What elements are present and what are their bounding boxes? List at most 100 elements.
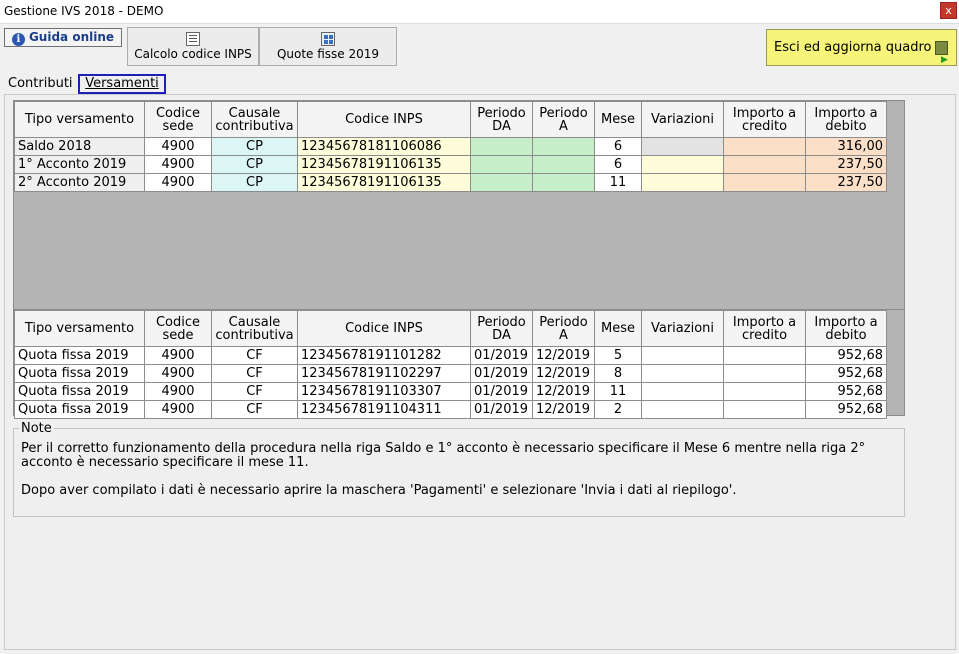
cell-periodo-da[interactable] [470,155,533,174]
col-codice-sede: Codice sede [144,101,212,138]
cell-periodo-da[interactable]: 01/2019 [470,364,533,383]
cell-mese[interactable]: 6 [594,137,642,156]
table-row: 1° Acconto 2019 4900 CP 1234567819110613… [14,155,887,174]
cell-debito[interactable]: 237,50 [805,155,887,174]
cell-causale[interactable]: CP [211,137,298,156]
info-icon: i [11,33,25,46]
col-periodo-a: Periodo A [532,310,595,347]
note-box: Note Per il corretto funzionamento della… [13,421,905,517]
cell-sede[interactable]: 4900 [144,155,212,174]
cell-mese[interactable]: 5 [594,346,642,365]
cell-causale[interactable]: CF [211,346,298,365]
cell-causale[interactable]: CF [211,364,298,383]
cell-variazioni[interactable] [641,400,724,419]
cell-periodo-da[interactable] [470,137,533,156]
cell-variazioni[interactable] [641,155,724,174]
table-row: Quota fissa 2019 4900 CF 123456781911012… [14,346,887,365]
col-mese: Mese [594,310,642,347]
cell-tipo[interactable]: 1° Acconto 2019 [14,155,145,174]
cell-causale[interactable]: CF [211,400,298,419]
cell-variazioni[interactable] [641,382,724,401]
cell-periodo-a[interactable] [532,173,595,192]
cell-codice-inps[interactable]: 12345678191101282 [297,346,471,365]
cell-credito[interactable] [723,364,806,383]
col-variazioni: Variazioni [641,310,724,347]
cell-variazioni[interactable] [641,173,724,192]
col-importo-credito: Importo a credito [723,310,806,347]
cell-sede[interactable]: 4900 [144,346,212,365]
cell-variazioni[interactable] [641,364,724,383]
cell-periodo-a[interactable]: 12/2019 [532,400,595,419]
cell-debito[interactable]: 237,50 [805,173,887,192]
col-codice-inps: Codice INPS [297,310,471,347]
cell-periodo-a[interactable]: 12/2019 [532,364,595,383]
col-importo-debito: Importo a debito [805,101,887,138]
calcolo-label: Calcolo codice INPS [134,47,252,61]
table-row: 2° Acconto 2019 4900 CP 1234567819110613… [14,173,887,192]
col-importo-debito: Importo a debito [805,310,887,347]
cell-causale[interactable]: CF [211,382,298,401]
cell-credito[interactable] [723,382,806,401]
cell-sede[interactable]: 4900 [144,382,212,401]
note-legend: Note [19,421,54,436]
cell-credito[interactable] [723,137,806,156]
cell-periodo-a[interactable] [532,137,595,156]
col-variazioni: Variazioni [641,101,724,138]
cell-credito[interactable] [723,155,806,174]
cell-credito[interactable] [723,173,806,192]
cell-periodo-a[interactable]: 12/2019 [532,346,595,365]
cell-periodo-da[interactable]: 01/2019 [470,382,533,401]
grid-icon [321,32,335,46]
cell-periodo-da[interactable]: 01/2019 [470,400,533,419]
cell-mese[interactable]: 6 [594,155,642,174]
cell-mese[interactable]: 11 [594,173,642,192]
close-button[interactable]: x [940,2,957,19]
quote-fisse-grid: Tipo versamento Codice sede Causale cont… [13,309,905,419]
guida-online-button[interactable]: i Guida online [4,28,122,47]
cell-debito[interactable]: 952,68 [805,346,887,365]
cell-codice-inps[interactable]: 12345678191106135 [297,155,471,174]
col-periodo-a: Periodo A [532,101,595,138]
cell-variazioni[interactable] [641,346,724,365]
cell-periodo-da[interactable] [470,173,533,192]
cell-codice-inps[interactable]: 12345678191104311 [297,400,471,419]
cell-tipo[interactable]: Saldo 2018 [14,137,145,156]
cell-codice-inps[interactable]: 12345678181106086 [297,137,471,156]
cell-debito[interactable]: 952,68 [805,364,887,383]
cell-tipo[interactable]: Quota fissa 2019 [14,400,145,419]
cell-mese[interactable]: 2 [594,400,642,419]
cell-sede[interactable]: 4900 [144,173,212,192]
cell-debito[interactable]: 316,00 [805,137,887,156]
cell-sede[interactable]: 4900 [144,137,212,156]
cell-tipo[interactable]: Quota fissa 2019 [14,364,145,383]
quote-fisse-button[interactable]: Quote fisse 2019 [259,27,397,66]
cell-causale[interactable]: CP [211,173,298,192]
cell-debito[interactable]: 952,68 [805,400,887,419]
cell-tipo[interactable]: Quota fissa 2019 [14,346,145,365]
cell-mese[interactable]: 11 [594,382,642,401]
cell-codice-inps[interactable]: 12345678191106135 [297,173,471,192]
col-causale: Causale contributiva [211,310,298,347]
contributi-grid: Tipo versamento Codice sede Causale cont… [13,100,905,310]
table-row: Quota fissa 2019 4900 CF 123456781911043… [14,400,887,419]
cell-codice-inps[interactable]: 12345678191103307 [297,382,471,401]
cell-periodo-da[interactable]: 01/2019 [470,346,533,365]
cell-periodo-a[interactable] [532,155,595,174]
cell-sede[interactable]: 4900 [144,364,212,383]
cell-sede[interactable]: 4900 [144,400,212,419]
cell-variazioni[interactable] [641,137,724,156]
esci-label: Esci ed aggiorna quadro [774,40,932,55]
cell-credito[interactable] [723,346,806,365]
cell-mese[interactable]: 8 [594,364,642,383]
cell-credito[interactable] [723,400,806,419]
cell-codice-inps[interactable]: 12345678191102297 [297,364,471,383]
cell-tipo[interactable]: 2° Acconto 2019 [14,173,145,192]
tab-versamenti[interactable]: Versamenti [78,74,166,94]
esci-aggiorna-button[interactable]: Esci ed aggiorna quadro [766,29,957,78]
cell-debito[interactable]: 952,68 [805,382,887,401]
tab-contributi[interactable]: Contributi [8,74,82,94]
cell-periodo-a[interactable]: 12/2019 [532,382,595,401]
calcolo-codice-inps-button[interactable]: Calcolo codice INPS [127,27,259,66]
cell-tipo[interactable]: Quota fissa 2019 [14,382,145,401]
cell-causale[interactable]: CP [211,155,298,174]
